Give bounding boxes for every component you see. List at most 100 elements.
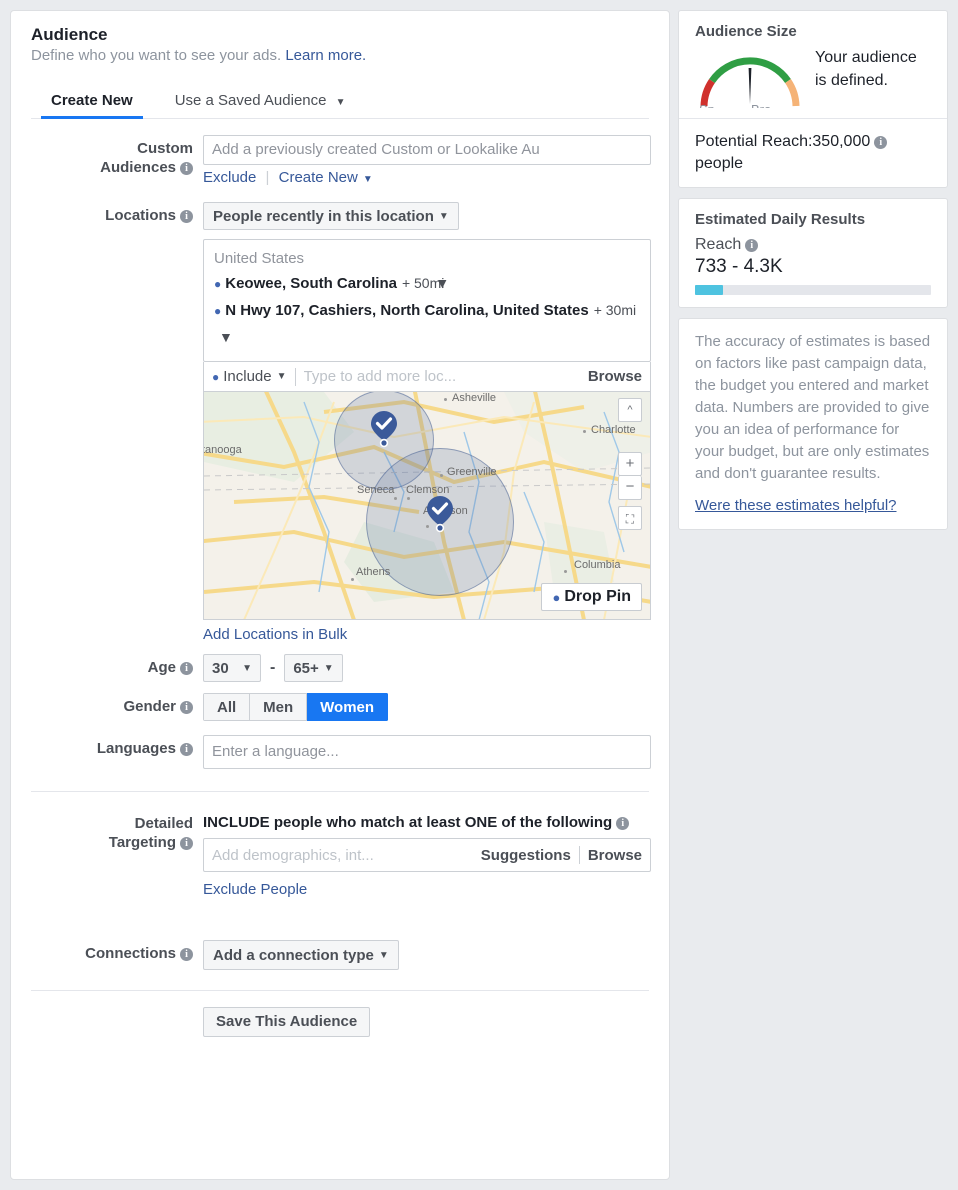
divider — [31, 791, 649, 792]
detailed-targeting-heading-wrap: INCLUDE people who match at least ONE of… — [203, 814, 649, 832]
drop-pin-button[interactable]: ● Drop Pin — [541, 583, 642, 611]
info-icon[interactable]: i — [180, 743, 193, 756]
row-age: Age i 30 ▼ - 65+ ▼ — [31, 654, 649, 682]
chevron-down-icon[interactable]: ▼ — [363, 174, 373, 185]
custom-audiences-input[interactable]: Add a previously created Custom or Looka… — [203, 135, 651, 165]
info-icon[interactable]: i — [874, 136, 888, 149]
custom-audiences-label: Custom Audiences i — [31, 135, 203, 186]
gender-segmented-control: All Men Women — [203, 693, 389, 721]
map-compass-button[interactable]: ^ — [618, 398, 642, 422]
reach-metric-label: Reach — [695, 236, 742, 253]
age-range-separator: - — [270, 659, 276, 676]
tab-create-new-label: Create New — [51, 92, 133, 109]
map-city-dot — [444, 398, 447, 401]
browse-targeting-button[interactable]: Browse — [588, 847, 642, 864]
languages-label-text: Languages — [96, 740, 176, 757]
age-max-dropdown[interactable]: 65+ ▼ — [284, 654, 343, 682]
map-fullscreen-button[interactable]: ⛶ — [618, 506, 642, 530]
audience-editor-page: Audience Define who you want to see your… — [0, 0, 958, 1190]
info-icon[interactable]: i — [745, 239, 759, 252]
info-icon[interactable]: i — [180, 837, 193, 850]
tab-use-saved-audience[interactable]: Use a Saved Audience ▼ — [165, 92, 356, 118]
connections-label: Connections i — [31, 940, 203, 970]
locations-label: Locations i — [31, 202, 203, 643]
row-languages: Languages i Enter a language... — [31, 735, 651, 769]
info-icon[interactable]: i — [180, 948, 193, 961]
chevron-down-icon: ▼ — [242, 662, 252, 674]
estimates-disclaimer-text: The accuracy of estimates is based on fa… — [695, 333, 931, 482]
audience-tabs: Create New Use a Saved Audience ▼ — [31, 92, 649, 119]
browse-locations-button[interactable]: Browse — [588, 368, 642, 385]
tab-create-new[interactable]: Create New — [41, 92, 143, 119]
gender-label: Gender i — [31, 693, 203, 721]
gender-option-men[interactable]: Men — [250, 693, 308, 721]
row-custom-audiences: Custom Audiences i Add a previously creat… — [31, 135, 651, 186]
gender-option-women[interactable]: Women — [307, 693, 389, 721]
languages-input[interactable]: Enter a language... — [203, 735, 651, 769]
info-icon[interactable]: i — [180, 162, 193, 175]
page-subtitle: Define who you want to see your ads. Lea… — [31, 46, 649, 66]
estimated-daily-results-card: Estimated Daily Results Reach i 733 - 4.3… — [678, 198, 948, 308]
estimated-results-title: Estimated Daily Results — [695, 211, 866, 228]
custom-audiences-label-line1: Custom — [137, 140, 193, 157]
location-mode-dropdown[interactable]: People recently in this location ▼ — [203, 202, 459, 230]
audience-main-card: Audience Define who you want to see your… — [10, 10, 670, 1180]
include-exclude-dropdown[interactable]: ● Include ▼ — [212, 368, 287, 385]
location-radius[interactable]: + 30mi — [594, 302, 636, 318]
map-city-dot — [394, 497, 397, 500]
detailed-targeting-label-line2: Targeting — [108, 834, 176, 851]
age-min-value: 30 — [212, 659, 229, 677]
info-icon[interactable]: i — [616, 817, 630, 830]
info-icon[interactable]: i — [180, 701, 193, 714]
location-country: United States — [214, 250, 305, 267]
chevron-down-icon: ▼ — [323, 662, 334, 674]
age-min-dropdown[interactable]: 30 ▼ — [203, 654, 261, 682]
potential-reach: Potential Reach:350,000 i people — [695, 131, 931, 175]
reach-metric-label-wrap: Reach i — [695, 236, 931, 254]
custom-audiences-label-line2: Audiences — [100, 159, 176, 176]
row-detailed-targeting: Detailed Targeting i INCLUDE people who m… — [31, 814, 651, 898]
page-subtitle-text: Define who you want to see your ads. — [31, 47, 282, 64]
create-new-custom-audience-link[interactable]: Create New — [279, 169, 358, 186]
map-label: tanooga — [203, 444, 242, 456]
location-map[interactable]: Asheville Charlotte tanooga Greenville S… — [203, 392, 651, 620]
suggestions-button[interactable]: Suggestions — [481, 847, 571, 864]
add-locations-in-bulk-link[interactable]: Add Locations in Bulk — [203, 626, 347, 643]
location-name: Keowee, South Carolina — [225, 275, 397, 292]
map-zoom-out-button[interactable]: − — [618, 476, 642, 500]
connections-dropdown-value: Add a connection type — [213, 946, 374, 964]
exclude-custom-audience-link[interactable]: Exclude — [203, 169, 256, 186]
map-pin-keowee[interactable] — [369, 410, 399, 448]
location-add-row: ● Include ▼ Type to add more loc... Brow… — [203, 362, 651, 392]
gauge-svg — [700, 57, 800, 107]
exclude-people-link[interactable]: Exclude People — [203, 881, 307, 898]
divider — [578, 846, 580, 864]
learn-more-link[interactable]: Learn more. — [285, 47, 366, 64]
connections-dropdown[interactable]: Add a connection type ▼ — [203, 940, 399, 970]
map-city-dot — [351, 578, 354, 581]
info-icon[interactable]: i — [180, 662, 193, 675]
info-icon[interactable]: i — [180, 210, 193, 223]
row-save-audience: Save This Audience — [31, 1007, 649, 1037]
selected-locations-box: United States ● Keowee, South Carolina + 5… — [203, 239, 651, 362]
save-audience-button[interactable]: Save This Audience — [203, 1007, 371, 1037]
detailed-targeting-label-line2-wrap: Targeting i — [31, 833, 193, 852]
map-zoom-in-button[interactable]: + — [618, 452, 642, 476]
estimates-feedback-link[interactable]: Were these estimates helpful? — [695, 495, 931, 517]
map-label: Greenville — [447, 466, 497, 478]
location-search-input[interactable]: Type to add more loc... — [304, 368, 588, 385]
map-label: Charlotte — [591, 424, 636, 436]
chevron-down-icon: ▼ — [438, 210, 449, 222]
audience-size-gauge: Sp Bro — [695, 46, 805, 108]
age-max-value: 65+ — [293, 659, 319, 677]
detailed-targeting-input-row: Add demographics, int... Suggestions Bro… — [203, 838, 651, 872]
map-pin-icon: ● — [552, 589, 561, 605]
map-pin-cashiers[interactable] — [425, 495, 455, 533]
locations-label-text: Locations — [105, 207, 176, 224]
detailed-targeting-input[interactable]: Add demographics, int... — [212, 847, 481, 864]
row-connections: Connections i Add a connection type ▼ — [31, 940, 649, 970]
audience-size-gauge-wrap: Sp Bro Your audience is defined. — [695, 46, 931, 108]
add-locations-bulk-wrap: Add Locations in Bulk — [203, 626, 649, 643]
map-city-dot — [583, 430, 586, 433]
gender-option-all[interactable]: All — [203, 693, 251, 721]
